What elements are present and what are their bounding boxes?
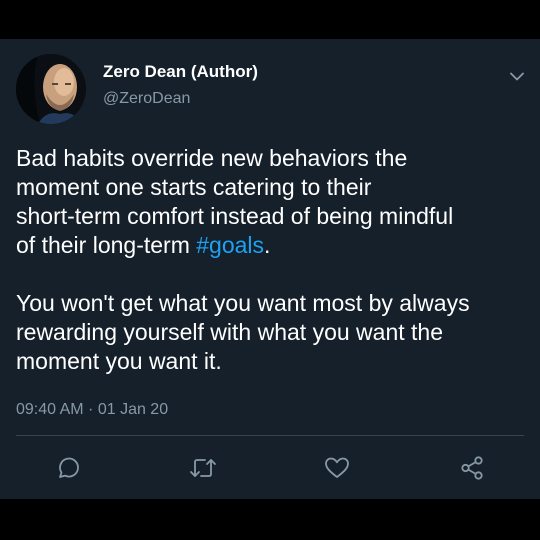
hashtag-link[interactable]: #goals [196, 232, 264, 258]
author-avatar[interactable] [16, 54, 86, 124]
tweet-text-line: short-term comfort instead of being mind… [16, 203, 454, 229]
tweet-text-line: Bad habits override new behaviors the [16, 145, 408, 171]
tweet-actions-bar [0, 436, 540, 499]
author-display-name[interactable]: Zero Dean (Author) [103, 62, 258, 82]
tweet-text-fragment: . [264, 232, 271, 258]
tweet-text-line: rewarding yourself with what you want th… [16, 319, 443, 345]
tweet-card: Zero Dean (Author) @ZeroDean Bad habits … [0, 39, 540, 499]
share-icon [461, 456, 483, 480]
tweet-timestamp[interactable]: 09:40 AM · 01 Jan 20 [16, 400, 168, 420]
tweet-text-line: moment you want it. [16, 348, 222, 374]
screenshot-frame: Zero Dean (Author) @ZeroDean Bad habits … [0, 0, 540, 540]
tweet-text-fragment: of their long-term [16, 232, 197, 258]
reply-button[interactable] [51, 452, 83, 484]
heart-icon [325, 457, 349, 478]
like-button[interactable] [321, 452, 353, 484]
avatar-photo [16, 54, 86, 124]
retweet-icon [190, 459, 216, 477]
retweet-button[interactable] [187, 452, 219, 484]
tweet-text-line: You won't get what you want most by alwa… [16, 290, 470, 316]
share-button[interactable] [456, 452, 488, 484]
author-handle[interactable]: @ZeroDean [103, 89, 190, 109]
tweet-menu-button[interactable] [505, 64, 529, 88]
chevron-down-icon [510, 72, 524, 80]
tweet-text-line: moment one starts catering to their [16, 174, 372, 200]
reply-icon [59, 457, 79, 478]
tweet-text: Bad habits override new behaviors the mo… [16, 144, 526, 376]
tweet-text-line: of their long-term #goals. [16, 231, 526, 260]
